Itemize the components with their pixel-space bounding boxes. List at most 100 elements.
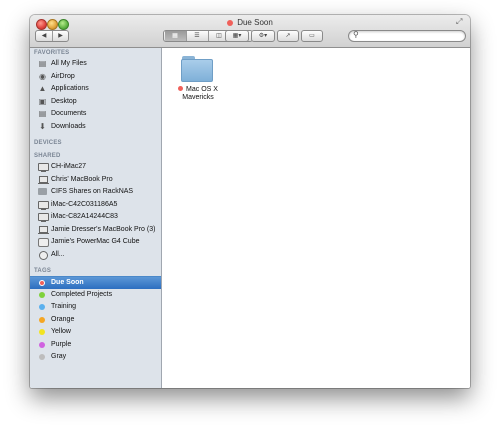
sidebar-tag-completed-projects[interactable]: Completed Projects: [30, 289, 161, 301]
imac-icon: [38, 201, 49, 210]
edit-tags-button[interactable]: ▭: [301, 30, 323, 42]
column-view-icon: ◫: [216, 33, 222, 39]
arrange-button[interactable]: ▦▾: [225, 30, 249, 42]
sidebar-tag-gray[interactable]: Gray: [30, 351, 161, 363]
sidebar-item-label: Orange: [51, 316, 75, 323]
tag-dot-icon: [39, 342, 45, 348]
title-bar: Due Soon ⤢ ◀▶ ▦☰◫▩ ▦▾ ⚙▾ ↗ ▭ ⚲: [30, 15, 470, 48]
search-field[interactable]: ⚲: [348, 30, 466, 42]
share-button[interactable]: ↗: [277, 30, 299, 42]
sidebar-item-label: Downloads: [51, 123, 86, 130]
chevron-left-icon: ◀: [41, 33, 47, 39]
applications-icon: ▲: [38, 84, 47, 93]
title-tag-dot: [227, 19, 234, 26]
chevron-right-icon: ▶: [58, 33, 63, 39]
sidebar-item-jamie-powermac[interactable]: Jamie's PowerMac G4 Cube: [30, 236, 161, 248]
sidebar-item-desktop[interactable]: ▣ Desktop: [30, 96, 161, 108]
tag-dot-icon: [178, 86, 184, 91]
finder-window: Due Soon ⤢ ◀▶ ▦☰◫▩ ▦▾ ⚙▾ ↗ ▭ ⚲ FA: [30, 15, 470, 388]
window-title: Due Soon: [30, 18, 470, 27]
sidebar-item-label: Documents: [51, 110, 87, 117]
sidebar-tag-due-soon[interactable]: Due Soon: [30, 276, 161, 289]
tag-dot-icon: [39, 292, 45, 298]
sidebar-item-label: Applications: [51, 85, 89, 92]
arrange-icon: ▦▾: [232, 33, 242, 39]
tag-dot-icon: [39, 317, 45, 323]
sidebar-item-ch-imac27[interactable]: CH-iMac27: [30, 161, 161, 173]
laptop-icon: [38, 226, 49, 234]
tag-dot-icon: [39, 354, 45, 360]
folder-item[interactable]: Mac OS X Mavericks: [162, 48, 234, 108]
sidebar-item-label: Completed Projects: [51, 291, 113, 298]
sidebar-item-label: iMac-C42C031186A5: [51, 201, 118, 208]
sidebar-item-chris-macbook-pro[interactable]: Chris' MacBook Pro: [30, 174, 161, 186]
search-icon: ⚲: [353, 30, 359, 39]
sidebar-item-label: Chris' MacBook Pro: [51, 176, 113, 183]
sidebar-item-label: Desktop: [51, 98, 77, 105]
action-button[interactable]: ⚙▾: [251, 30, 275, 42]
sidebar-tag-orange[interactable]: Orange: [30, 314, 161, 326]
forward-button[interactable]: ▶: [53, 31, 68, 41]
sidebar: FAVORITES ▤ All My Files ◉ AirDrop ▲ App…: [30, 48, 162, 388]
network-icon: [39, 251, 48, 260]
sidebar-item-label: AirDrop: [51, 73, 75, 80]
sidebar-item-label: CIFS Shares on RackNAS: [51, 188, 134, 195]
gear-icon: ⚙▾: [258, 33, 268, 39]
sidebar-item-label: Yellow: [51, 328, 71, 335]
sidebar-item-downloads[interactable]: ⬇ Downloads: [30, 121, 161, 133]
devices-header: DEVICES: [34, 140, 62, 146]
sidebar-item-cifs-racknas[interactable]: CIFS Shares on RackNAS: [30, 186, 161, 198]
back-forward-buttons: ◀ ▶: [35, 30, 69, 42]
sidebar-item-all-shared[interactable]: All...: [30, 249, 161, 261]
sidebar-item-label: Jamie Dresser's MacBook Pro (3): [51, 226, 156, 233]
sidebar-item-label: iMac-C82A14244C83: [51, 213, 118, 220]
folder-name: Mac OS X Mavericks: [162, 86, 234, 102]
sidebar-item-documents[interactable]: ▤ Documents: [30, 108, 161, 120]
sidebar-item-all-my-files[interactable]: ▤ All My Files: [30, 58, 161, 70]
sidebar-item-label: Purple: [51, 341, 72, 348]
tags-header: TAGS: [34, 268, 52, 274]
cube-icon: [38, 238, 49, 247]
airdrop-icon: ◉: [39, 72, 46, 81]
nas-icon: [38, 188, 47, 195]
sidebar-item-label: Due Soon: [51, 279, 84, 286]
laptop-icon: [38, 176, 49, 184]
icon-view-button[interactable]: ▦: [164, 31, 187, 41]
favorites-header: FAVORITES: [34, 50, 70, 56]
downloads-icon: ⬇: [39, 122, 46, 131]
tag-dot-icon: [39, 280, 45, 286]
sidebar-item-label: CH-iMac27: [51, 163, 87, 170]
all-my-files-icon: ▤: [38, 59, 47, 68]
sidebar-item-label: Gray: [51, 353, 67, 360]
sidebar-item-imac-c42c[interactable]: iMac-C42C031186A5: [30, 199, 161, 211]
icon-view-icon: ▦: [172, 33, 178, 39]
window-title-text: Due Soon: [237, 18, 273, 27]
sidebar-item-applications[interactable]: ▲ Applications: [30, 83, 161, 95]
desktop-icon: ▣: [38, 97, 47, 106]
file-browser-content: Mac OS X Mavericks: [162, 48, 470, 388]
sidebar-item-label: Training: [51, 303, 77, 310]
list-view-icon: ☰: [194, 33, 200, 39]
tag-icon: ▭: [309, 33, 315, 39]
folder-name-text: Mac OS X Mavericks: [182, 86, 218, 101]
sidebar-tag-training[interactable]: Training: [30, 301, 161, 313]
sidebar-item-label: All My Files: [51, 60, 87, 67]
sidebar-item-imac-c82a[interactable]: iMac-C82A14244C83: [30, 211, 161, 223]
share-icon: ↗: [285, 33, 291, 39]
sidebar-tag-yellow[interactable]: Yellow: [30, 326, 161, 338]
sidebar-item-airdrop[interactable]: ◉ AirDrop: [30, 71, 161, 83]
folder-icon: [181, 56, 213, 82]
back-button[interactable]: ◀: [36, 31, 53, 41]
imac-icon: [38, 163, 49, 172]
imac-icon: [38, 213, 49, 222]
sidebar-item-label: Jamie's PowerMac G4 Cube: [51, 238, 140, 245]
list-view-button[interactable]: ☰: [187, 31, 209, 41]
tag-dot-icon: [39, 304, 45, 310]
shared-header: SHARED: [34, 153, 61, 159]
documents-icon: ▤: [38, 109, 47, 118]
sidebar-item-jamie-macbook-pro[interactable]: Jamie Dresser's MacBook Pro (3): [30, 224, 161, 236]
sidebar-tag-purple[interactable]: Purple: [30, 339, 161, 351]
fullscreen-icon[interactable]: ⤢: [456, 18, 464, 26]
sidebar-item-label: All...: [51, 251, 65, 258]
tag-dot-icon: [39, 329, 45, 335]
